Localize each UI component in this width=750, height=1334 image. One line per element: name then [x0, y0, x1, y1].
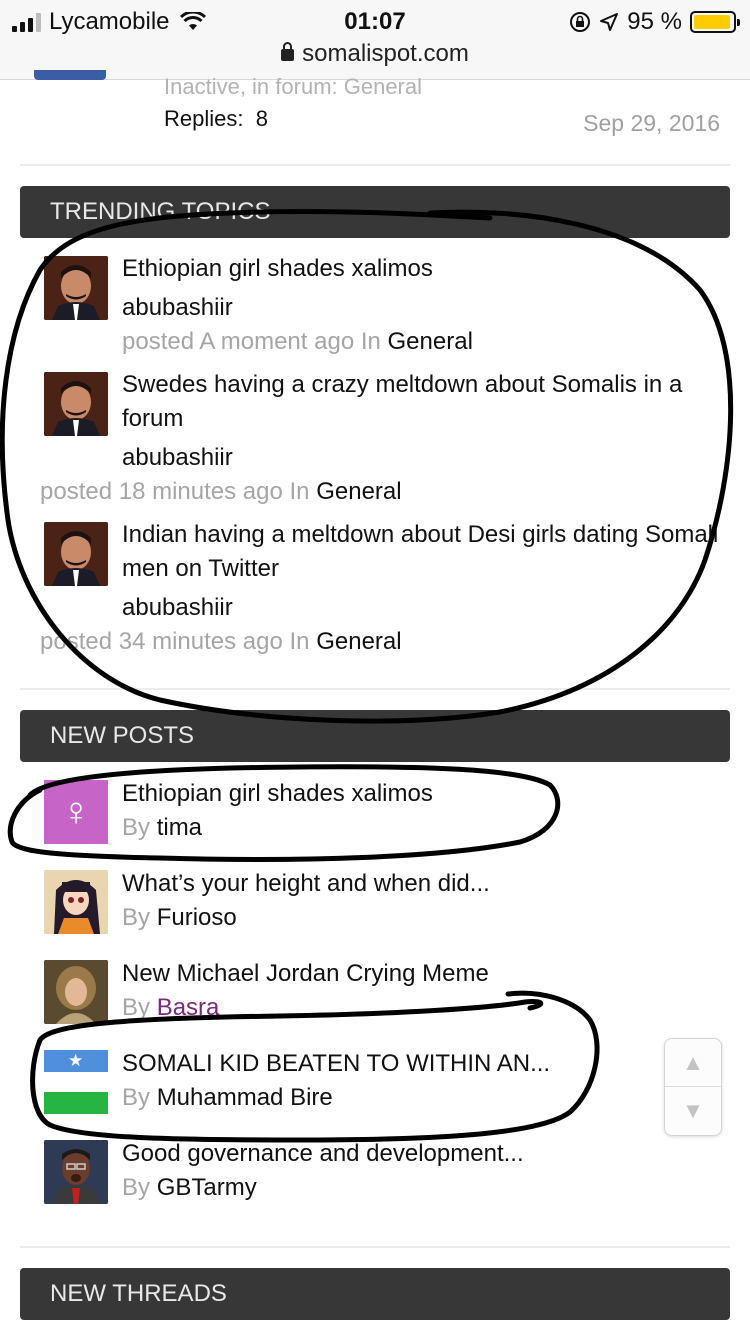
scroll-down-button[interactable]: ▼ [665, 1087, 721, 1135]
trending-topic-author[interactable]: abubashiir [122, 594, 233, 622]
new-post-title[interactable]: Ethiopian girl shades xalimos [122, 780, 642, 808]
trending-topics-header: TRENDING TOPICS [20, 186, 730, 238]
battery-icon [690, 11, 740, 33]
new-post-byline: By tima [122, 814, 202, 842]
status-bar: Lycamobile 01:07 95 % somalispot.com [0, 0, 750, 80]
by-label: By [122, 904, 151, 931]
by-label: By [122, 994, 151, 1021]
previous-thread-date: Sep 29, 2016 [583, 110, 720, 136]
anime-avatar[interactable] [44, 870, 108, 934]
address-bar[interactable]: somalispot.com [0, 40, 750, 68]
previous-thread-thumbnail[interactable] [34, 70, 106, 80]
username-link[interactable]: Muhammad Bire [157, 1084, 333, 1111]
url-text: somalispot.com [302, 40, 469, 67]
replies-label: Replies: [164, 106, 244, 131]
by-label: By [122, 814, 151, 841]
divider [20, 688, 730, 690]
new-post-byline: By Muhammad Bire [122, 1084, 333, 1112]
new-post-title[interactable]: SOMALI KID BEATEN TO WITHIN AN... [122, 1050, 592, 1078]
posted-text: posted 34 minutes ago In [40, 628, 310, 655]
previous-thread-meta: Inactive, in forum: General [164, 74, 423, 99]
posted-text: posted 18 minutes ago In [40, 478, 310, 505]
battery-percent: 95 % [627, 8, 682, 35]
posted-text: posted A moment ago In [122, 328, 381, 355]
username-link[interactable]: GBTarmy [157, 1174, 257, 1201]
triangle-down-icon: ▼ [682, 1098, 704, 1123]
trending-topic-meta: posted A moment ago In General [122, 328, 473, 356]
trending-topic-author[interactable]: abubashiir [122, 294, 233, 322]
man-avatar[interactable] [44, 1140, 108, 1204]
previous-thread-replies: Replies: 8 [164, 106, 268, 132]
portrait-avatar[interactable] [44, 960, 108, 1024]
trending-topic-meta: posted 18 minutes ago In General [40, 478, 402, 506]
new-post-byline: By Furioso [122, 904, 237, 932]
new-post-byline: By GBTarmy [122, 1174, 257, 1202]
status-right: 95 % [569, 8, 740, 36]
rotation-lock-icon [570, 12, 591, 32]
user-avatar[interactable] [44, 522, 108, 586]
by-label: By [122, 1084, 151, 1111]
forum-link[interactable]: General [388, 328, 473, 355]
forum-link[interactable]: General [316, 628, 401, 655]
new-post-byline: By Basra [122, 994, 219, 1022]
username-link[interactable]: Furioso [157, 904, 237, 931]
scroll-up-button[interactable]: ▲ [665, 1039, 721, 1087]
flag-avatar[interactable]: ★ [44, 1050, 108, 1114]
trending-topic-title[interactable]: Swedes having a crazy meltdown about Som… [122, 368, 722, 436]
scroll-control: ▲ ▼ [664, 1038, 722, 1136]
user-avatar[interactable] [44, 372, 108, 436]
new-post-title[interactable]: Good governance and development... [122, 1140, 642, 1168]
forum-link[interactable]: General [316, 478, 401, 505]
trending-topic-title[interactable]: Indian having a meltdown about Desi girl… [122, 518, 722, 586]
new-post-title[interactable]: What’s your height and when did... [122, 870, 642, 898]
user-avatar[interactable] [44, 256, 108, 320]
replies-count: 8 [255, 106, 268, 131]
triangle-up-icon: ▲ [682, 1049, 704, 1075]
divider [20, 1246, 730, 1248]
new-threads-header: NEW THREADS [20, 1268, 730, 1320]
new-post-title[interactable]: New Michael Jordan Crying Meme [122, 960, 642, 988]
by-label: By [122, 1174, 151, 1201]
divider [20, 164, 730, 166]
trending-topic-title[interactable]: Ethiopian girl shades xalimos [122, 252, 722, 286]
trending-topic-meta: posted 34 minutes ago In General [40, 628, 402, 656]
username-link[interactable]: Basra [157, 994, 220, 1021]
trending-topic-author[interactable]: abubashiir [122, 444, 233, 472]
lock-icon [281, 42, 295, 61]
new-posts-header: NEW POSTS [20, 710, 730, 762]
username-link[interactable]: tima [157, 814, 202, 841]
venus-icon[interactable]: ♀ [44, 780, 108, 844]
location-arrow-icon [600, 13, 619, 31]
